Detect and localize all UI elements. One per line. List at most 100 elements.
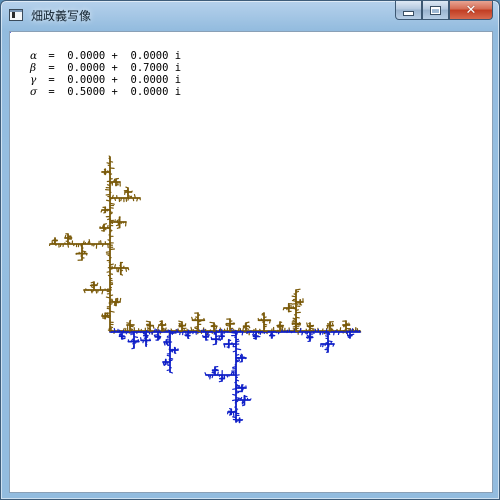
fractal-segment [145, 340, 148, 343]
fractal-segment [235, 385, 240, 388]
fractal-segment [306, 336, 309, 339]
fractal-segment [312, 331, 315, 334]
fractal-segment [111, 298, 114, 303]
fractal-segment [176, 328, 179, 333]
fractal-segment [295, 330, 299, 333]
fractal-segment [263, 330, 268, 333]
fractal-segment [234, 363, 237, 366]
maximize-icon [430, 5, 441, 15]
fractal-segment [106, 224, 109, 229]
fractal-segment [242, 399, 245, 402]
fractal-segment [235, 408, 239, 410]
param-sigma: σ = 0.5000 + 0.0000 i [30, 86, 181, 98]
fractal-segment [200, 329, 203, 333]
fractal-segment [211, 374, 214, 379]
fractal-segment [125, 186, 129, 189]
app-window-icon[interactable] [9, 9, 23, 21]
fractal-segment [299, 328, 302, 333]
fractal-segment [92, 281, 95, 286]
fractal-segment [137, 339, 140, 343]
fractal-segment [108, 264, 111, 269]
fractal-segment [187, 331, 192, 334]
fractal-segment [129, 324, 132, 328]
fractal-segment [64, 234, 67, 239]
fractal-segment [107, 218, 111, 221]
fractal-segment [115, 177, 119, 180]
fractal-segment [319, 331, 322, 336]
fractal-segment [116, 227, 121, 229]
fractal-segment [106, 270, 111, 273]
fractal-segment [331, 322, 334, 327]
fractal-segment [125, 331, 127, 335]
fractal-segment [115, 224, 121, 227]
fractal-segment [109, 248, 116, 251]
param-value: = 0.0000 + 0.7000 i [42, 62, 182, 74]
fractal-segment [153, 334, 156, 338]
fractal-segment [209, 321, 215, 324]
fractal-segment [213, 323, 216, 327]
fractal-segment [204, 336, 207, 339]
fractal-segment [109, 237, 112, 240]
fractal-segment [308, 322, 311, 325]
fractal-segment [81, 253, 84, 256]
fractal-segment [115, 183, 119, 187]
fractal-segment [166, 354, 171, 357]
fractal-segment [109, 277, 113, 280]
close-icon: ✕ [465, 2, 477, 18]
fractal-segment [114, 197, 117, 202]
fractal-segment [103, 223, 108, 226]
minimize-button[interactable] [395, 1, 422, 20]
param-gamma: γ = 0.0000 + 0.0000 i [30, 74, 181, 86]
fractal-segment [125, 267, 128, 272]
fractal-segment [109, 225, 112, 229]
fractal-segment [299, 321, 301, 325]
param-symbol: α [30, 50, 38, 62]
fractal-segment [113, 219, 116, 223]
fractal-segment [101, 243, 104, 247]
fractal-segment [242, 404, 245, 407]
fractal-segment [312, 328, 315, 332]
maximize-button[interactable] [422, 1, 449, 20]
fractal-segment [306, 322, 309, 327]
fractal-segment [348, 322, 351, 326]
fractal-segment [70, 235, 73, 239]
fractal-segment [234, 336, 237, 339]
drawing-canvas[interactable]: α = 0.0000 + 0.0000 i β = 0.0000 + 0.700… [9, 31, 493, 493]
fractal-segment [130, 339, 133, 343]
fractal-segment [107, 329, 111, 332]
minimize-icon [403, 10, 414, 16]
fractal-segment [248, 325, 251, 329]
fractal-segment [197, 330, 201, 333]
fractal-segment [234, 371, 237, 376]
fractal-segment [295, 290, 300, 293]
fractal-segment [109, 160, 114, 163]
param-symbol: β [30, 62, 37, 74]
fractal-segment [105, 251, 111, 253]
fractal-segment [203, 330, 207, 333]
fractal-segment [179, 330, 183, 333]
fractal-segment [324, 343, 327, 347]
fractal-segment [192, 328, 195, 332]
fractal-segment [249, 398, 252, 401]
fractal-segment [194, 325, 199, 328]
title-bar[interactable]: 畑政義写像 ✕ [1, 1, 499, 31]
fractal-segment [245, 321, 250, 324]
fractal-segment [312, 324, 315, 327]
fractal-segment [213, 327, 216, 330]
fractal-segment [231, 330, 237, 333]
fractal-segment [276, 325, 279, 329]
fractal-segment [81, 247, 84, 250]
close-button[interactable]: ✕ [449, 1, 493, 20]
fractal-segment [235, 410, 238, 413]
fractal-segment [321, 328, 324, 332]
fractal-segment [142, 339, 145, 344]
fractal-segment [342, 324, 345, 328]
fractal-segment [270, 328, 273, 332]
fractal-segment [110, 329, 113, 332]
fractal-segment [183, 329, 186, 332]
fractal-segment [109, 263, 114, 266]
fractal-segment [109, 283, 114, 286]
fractal-segment [133, 335, 139, 338]
fractal-segment [232, 370, 235, 376]
fractal-segment [277, 331, 280, 335]
